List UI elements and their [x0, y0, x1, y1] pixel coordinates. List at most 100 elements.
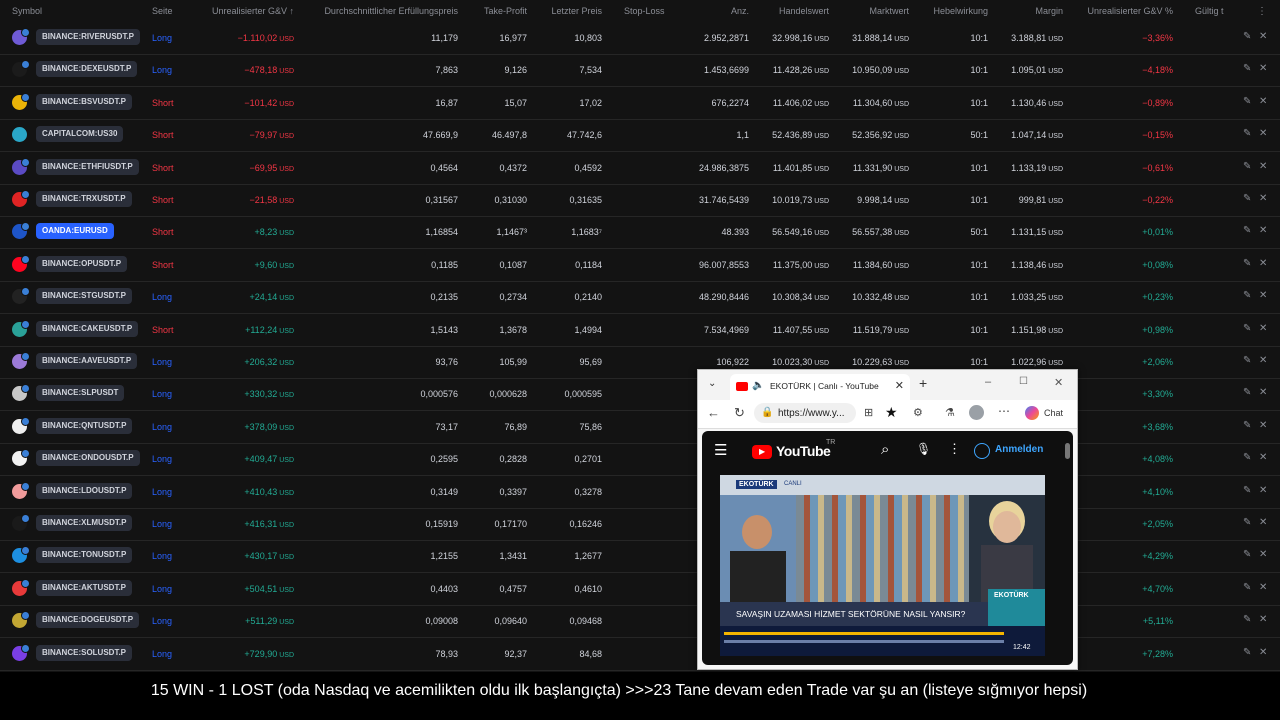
profile-avatar[interactable] [969, 405, 984, 420]
close-position-icon[interactable]: ✕ [1259, 63, 1267, 74]
edit-icon[interactable]: ✎ [1243, 63, 1251, 74]
edit-icon[interactable]: ✎ [1243, 614, 1251, 625]
close-position-icon[interactable]: ✕ [1259, 517, 1267, 528]
table-row[interactable]: OANDA:EURUSD Short +8,23 USD 1,16854 1,1467³ 1… [0, 216, 1280, 250]
table-row[interactable]: BINANCE:STGUSDT.P Long +24,14 USD 0,2135 0,27… [0, 281, 1280, 315]
symbol-badge[interactable]: BINANCE:CAKEUSDT.P [36, 320, 139, 337]
close-position-icon[interactable]: ✕ [1259, 614, 1267, 625]
microphone-icon[interactable]: 🎙 [916, 442, 931, 456]
chat-label[interactable]: Chat [1044, 408, 1063, 418]
edit-icon[interactable]: ✎ [1243, 193, 1251, 204]
live-video[interactable]: EKOTÜRK CANLI SAVAŞIN UZAMASI HİZMET SEK… [720, 475, 1045, 656]
edit-icon[interactable]: ✎ [1243, 452, 1251, 463]
tab-list-chevron-icon[interactable]: ⌄ [708, 378, 716, 389]
edit-icon[interactable]: ✎ [1243, 582, 1251, 593]
more-icon[interactable]: ⋮ [1257, 6, 1267, 17]
edit-icon[interactable]: ✎ [1243, 549, 1251, 560]
col-last-price[interactable]: Letzter Preis [551, 6, 602, 16]
symbol-badge[interactable]: BINANCE:SLPUSDT [36, 385, 125, 402]
edit-icon[interactable]: ✎ [1243, 485, 1251, 496]
table-row[interactable]: BINANCE:OPUSDT.P Short +9,60 USD 0,1185 0,108… [0, 249, 1280, 282]
close-position-icon[interactable]: ✕ [1259, 258, 1267, 269]
col-leverage[interactable]: Hebelwirkung [933, 6, 988, 16]
col-market-value[interactable]: Marktwert [869, 6, 909, 16]
col-valid[interactable]: Gültig t [1195, 6, 1224, 16]
table-row[interactable]: BINANCE:LDOUSDT.P Long +410,43 USD 0,3149 0,3… [0, 476, 1280, 509]
table-row[interactable]: BINANCE:TONUSDT.P Long +430,17 USD 1,2155 1,3… [0, 540, 1280, 574]
copilot-icon[interactable] [1025, 406, 1039, 420]
symbol-badge[interactable]: CAPITALCOM:US30 [36, 126, 124, 143]
favorite-star-icon[interactable]: ★ [885, 404, 898, 421]
table-row[interactable]: BINANCE:DOGEUSDT.P Long +511,29 USD 0,09008 0… [0, 605, 1280, 639]
col-side[interactable]: Seite [152, 6, 173, 16]
close-position-icon[interactable]: ✕ [1259, 193, 1267, 204]
edit-icon[interactable]: ✎ [1243, 355, 1251, 366]
extensions-icon[interactable]: ⚙ [913, 406, 923, 419]
signin-button[interactable]: Anmelden [995, 444, 1043, 455]
edit-icon[interactable]: ✎ [1243, 323, 1251, 334]
refresh-icon[interactable]: ↻ [734, 405, 745, 421]
scrollbar[interactable] [1065, 443, 1070, 459]
minimize-icon[interactable]: – [985, 376, 991, 388]
table-row[interactable]: BINANCE:SOLUSDT.P Long +729,90 USD 78,93 92,3… [0, 638, 1280, 671]
col-stop-loss[interactable]: Stop-Loss [624, 6, 665, 16]
edit-icon[interactable]: ✎ [1243, 290, 1251, 301]
close-position-icon[interactable]: ✕ [1259, 128, 1267, 139]
close-position-icon[interactable]: ✕ [1259, 290, 1267, 301]
symbol-badge[interactable]: BINANCE:ETHFIUSDT.P [36, 158, 139, 175]
symbol-badge[interactable]: BINANCE:ONDOUSDT.P [36, 450, 140, 467]
col-upl-pct[interactable]: Unrealisierter G&V % [1087, 6, 1173, 16]
symbol-badge[interactable]: BINANCE:TRXUSDT.P [36, 191, 132, 207]
active-tab[interactable]: 🔈 EKOTÜRK | Canlı - YouTube ✕ [730, 374, 910, 400]
col-qty[interactable]: Anz. [731, 6, 749, 16]
symbol-badge[interactable]: BINANCE:XLMUSDT.P [36, 515, 133, 531]
symbol-badge[interactable]: OANDA:EURUSD [36, 223, 114, 240]
close-position-icon[interactable]: ✕ [1259, 452, 1267, 463]
edit-icon[interactable]: ✎ [1243, 420, 1251, 431]
split-screen-icon[interactable]: ⊞ [864, 406, 873, 419]
close-position-icon[interactable]: ✕ [1259, 420, 1267, 431]
table-row[interactable]: BINANCE:DEXEUSDT.P Long −478,18 USD 7,863 9,1… [0, 54, 1280, 88]
url-field[interactable]: 🔒 https://www.y... [754, 403, 856, 423]
new-tab-icon[interactable]: + [919, 375, 927, 391]
search-icon[interactable]: ⌕ [881, 441, 889, 458]
edit-icon[interactable]: ✎ [1243, 96, 1251, 107]
symbol-badge[interactable]: BINANCE:DEXEUSDT.P [36, 61, 138, 78]
maximize-icon[interactable]: ☐ [1019, 376, 1028, 387]
close-position-icon[interactable]: ✕ [1259, 323, 1267, 334]
hamburger-menu-icon[interactable]: ☰ [714, 441, 727, 459]
more-menu-icon[interactable]: ⋯ [998, 404, 1010, 418]
symbol-badge[interactable]: BINANCE:TONUSDT.P [36, 547, 133, 564]
browser-popup-window[interactable]: ⌄ 🔈 EKOTÜRK | Canlı - YouTube ✕ + – ☐ ✕ … [697, 369, 1078, 670]
edit-icon[interactable]: ✎ [1243, 161, 1251, 172]
symbol-badge[interactable]: BINANCE:OPUSDT.P [36, 255, 128, 272]
site-info-icon[interactable]: 🔒 [761, 407, 773, 418]
close-tab-icon[interactable]: ✕ [895, 379, 904, 392]
table-row[interactable]: BINANCE:XLMUSDT.P Long +416,31 USD 0,15919 0,… [0, 508, 1280, 541]
edit-icon[interactable]: ✎ [1243, 258, 1251, 269]
table-row[interactable]: BINANCE:TRXUSDT.P Short −21,58 USD 0,31567 0,… [0, 184, 1280, 217]
close-position-icon[interactable]: ✕ [1259, 387, 1267, 398]
close-position-icon[interactable]: ✕ [1259, 31, 1267, 42]
close-position-icon[interactable]: ✕ [1259, 647, 1267, 658]
edit-icon[interactable]: ✎ [1243, 647, 1251, 658]
col-trade-value[interactable]: Handelswert [779, 6, 829, 16]
table-row[interactable]: BINANCE:AKTUSDT.P Long +504,51 USD 0,4403 0,4… [0, 573, 1280, 606]
col-upl[interactable]: Unrealisierter G&V ↑ [212, 6, 294, 16]
close-position-icon[interactable]: ✕ [1259, 549, 1267, 560]
symbol-badge[interactable]: BINANCE:DOGEUSDT.P [36, 612, 140, 629]
close-position-icon[interactable]: ✕ [1259, 485, 1267, 496]
close-position-icon[interactable]: ✕ [1259, 161, 1267, 172]
close-window-icon[interactable]: ✕ [1054, 376, 1063, 389]
close-position-icon[interactable]: ✕ [1259, 355, 1267, 366]
symbol-badge[interactable]: BINANCE:STGUSDT.P [36, 288, 133, 305]
symbol-badge[interactable]: BINANCE:BSVUSDT.P [36, 93, 133, 110]
back-icon[interactable]: ← [707, 405, 720, 420]
close-position-icon[interactable]: ✕ [1259, 582, 1267, 593]
edit-icon[interactable]: ✎ [1243, 225, 1251, 236]
col-symbol[interactable]: Symbol [12, 6, 42, 16]
table-row[interactable]: BINANCE:ONDOUSDT.P Long +409,47 USD 0,2595 0,… [0, 443, 1280, 477]
table-row[interactable]: BINANCE:SLPUSDT Long +330,32 USD 0,000576 0,0… [0, 378, 1280, 412]
performance-icon[interactable]: ⚗ [945, 406, 955, 419]
account-icon[interactable] [974, 443, 990, 459]
